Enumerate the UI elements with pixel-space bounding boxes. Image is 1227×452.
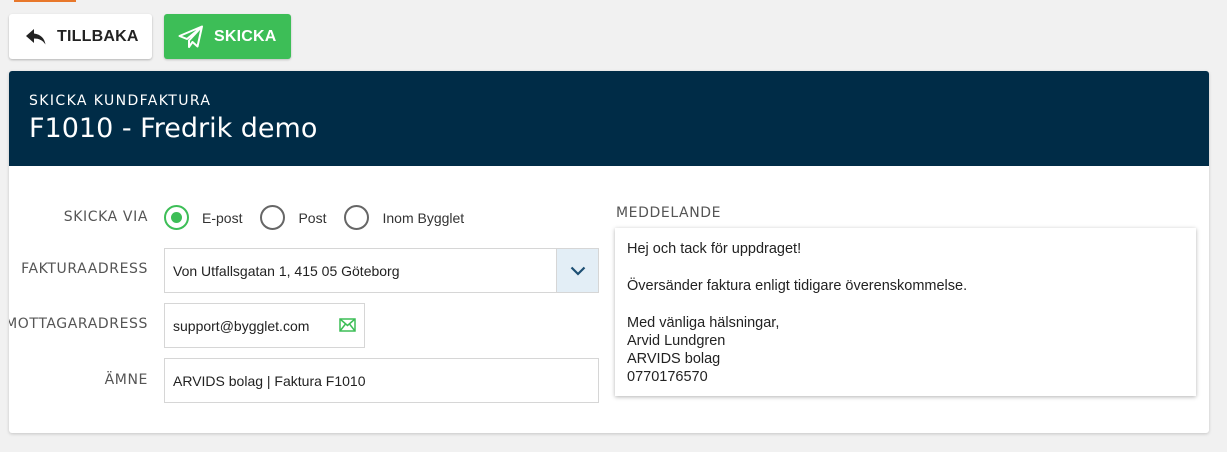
recipient-label: MOTTAGARADRESS — [9, 316, 148, 332]
page-title: F1010 - Fredrik demo — [29, 113, 318, 144]
back-button-label: TILLBAKA — [57, 27, 139, 45]
message-label: MEDDELANDE — [616, 205, 722, 221]
radio-bygglet-circle[interactable] — [344, 205, 370, 230]
reply-arrow-icon — [25, 28, 47, 46]
radio-post-label: Post — [298, 209, 327, 226]
message-greeting: Hej och tack för uppdraget! — [627, 241, 802, 257]
invoice-address-value: Von Utfallsgatan 1, 415 05 Göteborg — [173, 262, 400, 279]
invoice-address-label: FAKTURAADRESS — [21, 261, 148, 277]
message-textarea[interactable]: Hej och tack för uppdraget! Översänder f… — [615, 228, 1196, 396]
subject-value: ARVIDS bolag | Faktura F1010 — [173, 372, 366, 389]
top-accent-strip — [14, 0, 76, 2]
send-button[interactable]: SKICKA — [164, 14, 291, 59]
message-body: Översänder faktura enligt tidigare övere… — [627, 278, 968, 294]
recipient-email-field[interactable]: support@bygglet.com — [164, 303, 365, 348]
subject-label: ÄMNE — [104, 372, 148, 388]
toolbar: TILLBAKA SKICKA — [9, 14, 291, 59]
invoice-address-select[interactable]: Von Utfallsgatan 1, 415 05 Göteborg — [164, 248, 599, 293]
radio-bygglet[interactable]: Inom Bygglet — [344, 205, 464, 230]
radio-email[interactable]: E-post — [164, 205, 242, 230]
radio-email-circle[interactable] — [164, 205, 189, 230]
message-name: Arvid Lundgren — [627, 333, 726, 349]
radio-email-label: E-post — [202, 209, 243, 226]
subject-field[interactable]: ARVIDS bolag | Faktura F1010 — [164, 358, 599, 403]
radio-bygglet-label: Inom Bygglet — [382, 209, 465, 226]
paper-plane-icon — [178, 25, 204, 49]
radio-post-circle[interactable] — [260, 205, 286, 230]
recipient-email-value: support@bygglet.com — [173, 317, 310, 334]
message-closing: Med vänliga hälsningar, — [627, 315, 780, 331]
send-via-radio-group: E-post Post Inom Bygglet — [164, 205, 482, 230]
envelope-icon[interactable] — [339, 318, 356, 335]
radio-post[interactable]: Post — [260, 205, 326, 230]
page-subtitle: SKICKA KUNDFAKTURA — [29, 93, 212, 109]
back-button[interactable]: TILLBAKA — [9, 14, 152, 59]
invoice-card: SKICKA KUNDFAKTURA F1010 - Fredrik demo … — [9, 71, 1209, 433]
send-button-label: SKICKA — [214, 27, 277, 45]
send-via-label: SKICKA VIA — [63, 209, 148, 225]
chevron-down-icon[interactable] — [556, 249, 598, 292]
card-header: SKICKA KUNDFAKTURA F1010 - Fredrik demo — [9, 71, 1209, 166]
message-phone: 0770176570 — [627, 369, 708, 385]
message-company: ARVIDS bolag — [627, 351, 721, 367]
